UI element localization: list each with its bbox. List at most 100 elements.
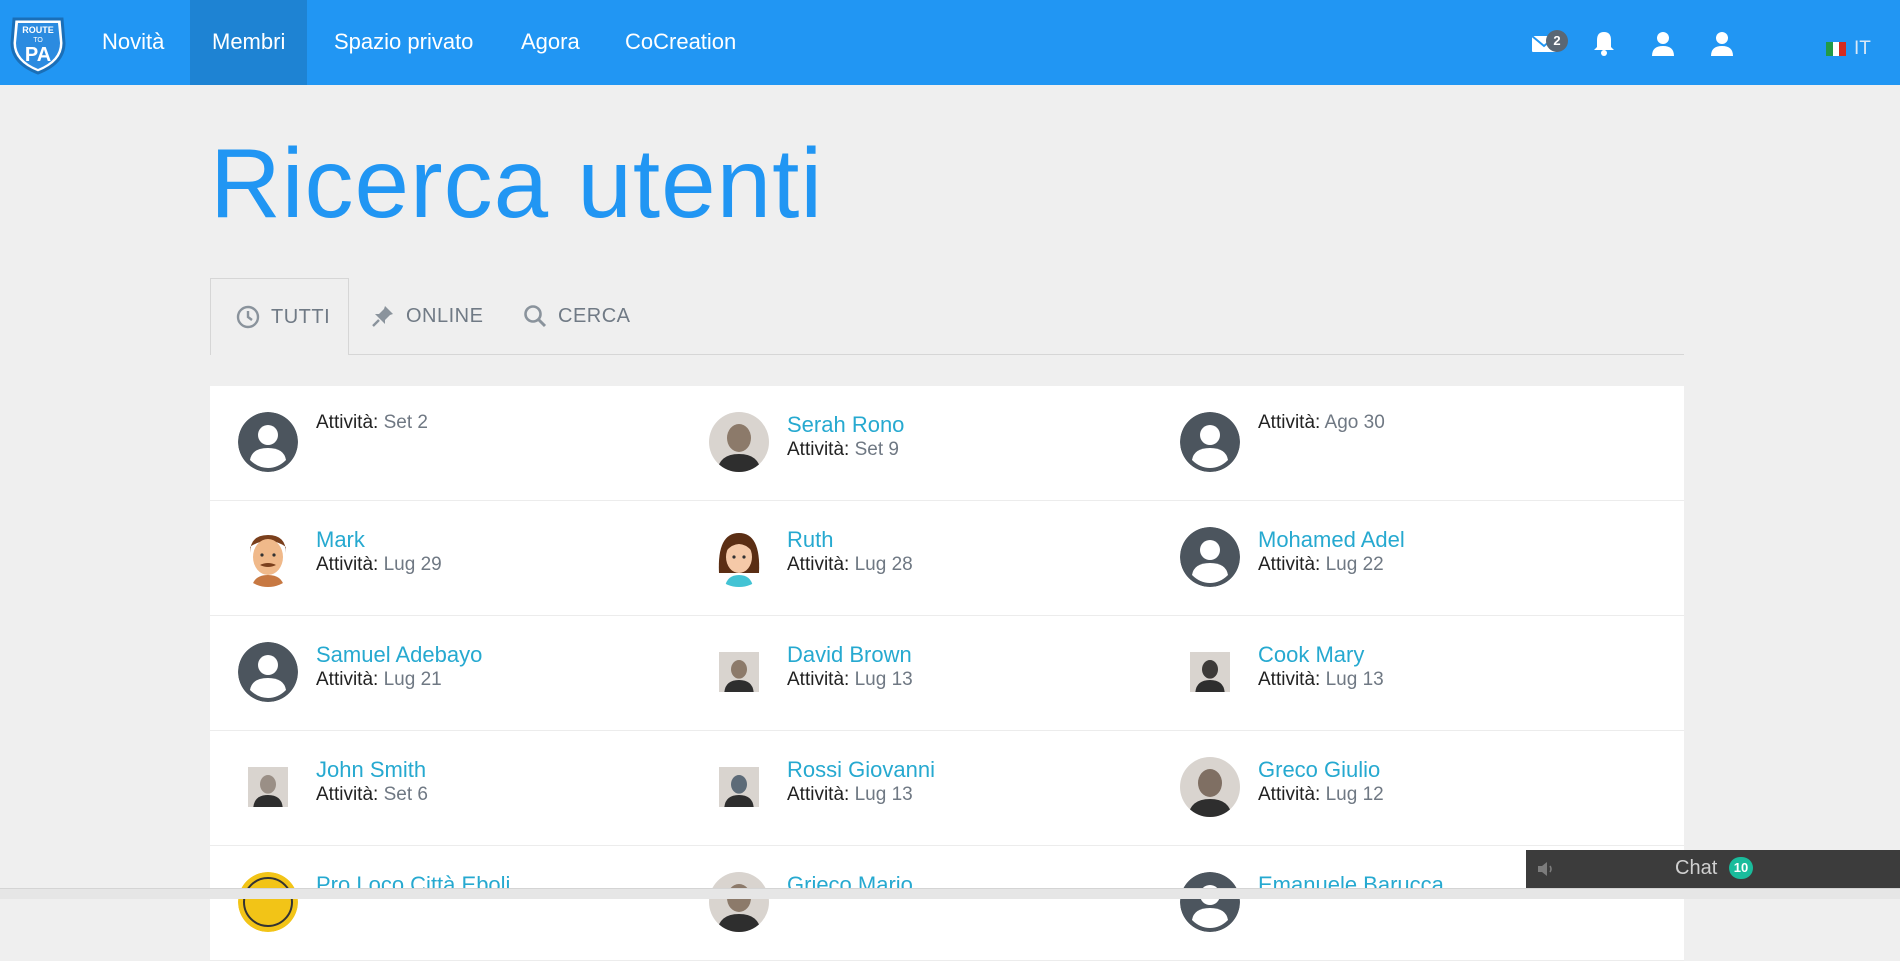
clock-icon [236, 305, 260, 329]
nav-agora[interactable]: Agora [499, 0, 602, 85]
top-navbar: ROUTE TO PA Novità Membri Spazio privato… [0, 0, 1900, 85]
tab-online[interactable]: ONLINE [370, 278, 483, 354]
svg-text:PA: PA [25, 44, 51, 66]
tab-label: ONLINE [406, 304, 484, 327]
activity-date: Lug 12 [1325, 784, 1384, 805]
activity-label: Attività: [316, 669, 379, 690]
member-activity: Attività: Lug 12 [1258, 784, 1384, 806]
tab-label: TUTTI [271, 305, 331, 328]
activity-label: Attività: [1258, 554, 1321, 575]
member-name-link[interactable]: David Brown [787, 642, 912, 668]
search-icon [524, 305, 547, 328]
logo-avatar[interactable] [238, 872, 298, 932]
nav-spazio-privato[interactable]: Spazio privato [312, 0, 495, 85]
member-name-link[interactable]: Mark [316, 527, 365, 553]
default-avatar[interactable] [1180, 527, 1240, 587]
member-card[interactable]: Samuel Adebayo Attività: Lug 21 [210, 616, 680, 730]
default-avatar[interactable] [1180, 872, 1240, 932]
photo-avatar[interactable] [1190, 652, 1230, 692]
member-activity: Attività: Lug 29 [316, 554, 442, 576]
user-icon[interactable] [1707, 28, 1737, 58]
cartoon-male-avatar[interactable] [238, 527, 298, 587]
svg-text:TO: TO [33, 37, 43, 44]
member-card[interactable]: Mark Attività: Lug 29 [210, 501, 680, 615]
cartoon-female-avatar[interactable] [709, 527, 769, 587]
photo-avatar[interactable] [719, 767, 759, 807]
activity-date: Lug 21 [383, 669, 442, 690]
member-name-link[interactable]: Ruth [787, 527, 833, 553]
activity-label: Attività: [1258, 784, 1321, 805]
default-avatar[interactable] [1180, 412, 1240, 472]
page-title: Ricerca utenti [210, 128, 824, 238]
activity-date: Set 9 [854, 439, 899, 460]
member-card[interactable]: Pro Loco Città Eboli [210, 846, 680, 960]
activity-label: Attività: [316, 412, 379, 433]
photo-avatar[interactable] [719, 652, 759, 692]
member-row: Attività: Set 2 Serah Rono Attività: Set 9… [210, 386, 1684, 501]
pin-icon [372, 306, 393, 327]
member-card[interactable]: Ruth Attività: Lug 28 [681, 501, 1151, 615]
member-name-link[interactable]: Mohamed Adel [1258, 527, 1405, 553]
member-card[interactable]: Attività: Ago 30 [1152, 386, 1622, 500]
activity-date: Lug 29 [383, 554, 442, 575]
chat-widget[interactable]: Chat 10 [1526, 850, 1900, 888]
bottom-scrollbar[interactable] [0, 888, 1900, 899]
member-card[interactable]: Rossi Giovanni Attività: Lug 13 [681, 731, 1151, 845]
photo-avatar[interactable] [1180, 757, 1240, 817]
chat-label: Chat [1675, 857, 1718, 879]
member-name-link[interactable]: Greco Giulio [1258, 757, 1380, 783]
member-filter-tabs: TUTTI ONLINE CERCA [210, 278, 1684, 355]
tab-tutti[interactable]: TUTTI [210, 278, 349, 355]
activity-date: Ago 30 [1324, 412, 1385, 433]
photo-avatar[interactable] [248, 767, 288, 807]
mail-badge: 2 [1546, 30, 1568, 52]
activity-date: Lug 13 [854, 784, 913, 805]
member-name-link[interactable]: John Smith [316, 757, 426, 783]
activity-date: Set 2 [383, 412, 428, 433]
member-card[interactable]: Attività: Set 2 [210, 386, 680, 500]
nav-novita[interactable]: Novità [80, 0, 186, 85]
activity-label: Attività: [1258, 412, 1321, 433]
member-card[interactable]: Cook Mary Attività: Lug 13 [1152, 616, 1622, 730]
member-row: Samuel Adebayo Attività: Lug 21 David Brow… [210, 616, 1684, 731]
member-activity: Attività: Set 2 [316, 412, 428, 434]
member-activity: Attività: Lug 13 [1258, 669, 1384, 691]
member-activity: Attività: Lug 22 [1258, 554, 1384, 576]
user-icon[interactable] [1648, 28, 1678, 58]
default-avatar[interactable] [238, 642, 298, 702]
member-name-link[interactable]: Rossi Giovanni [787, 757, 935, 783]
italy-flag-icon [1826, 42, 1847, 56]
member-card[interactable]: Greco Giulio Attività: Lug 12 [1152, 731, 1622, 845]
photo-avatar[interactable] [709, 872, 769, 932]
tab-cerca[interactable]: CERCA [522, 278, 631, 354]
activity-label: Attività: [316, 554, 379, 575]
activity-label: Attività: [316, 784, 379, 805]
member-card[interactable]: John Smith Attività: Set 6 [210, 731, 680, 845]
member-name-link[interactable]: Cook Mary [1258, 642, 1364, 668]
default-avatar[interactable] [238, 412, 298, 472]
bell-icon[interactable] [1589, 28, 1619, 58]
member-card[interactable]: Serah Rono Attività: Set 9 [681, 386, 1151, 500]
speaker-icon[interactable] [1536, 860, 1556, 878]
member-row: Mark Attività: Lug 29 Ruth Attività: Lug 28… [210, 501, 1684, 616]
activity-date: Lug 13 [854, 669, 913, 690]
route-to-pa-logo[interactable]: ROUTE TO PA [6, 13, 70, 75]
nav-cocreation[interactable]: CoCreation [603, 0, 758, 85]
photo-avatar[interactable] [709, 412, 769, 472]
member-name-link[interactable]: Samuel Adebayo [316, 642, 482, 668]
member-name-link[interactable]: Serah Rono [787, 412, 904, 438]
activity-label: Attività: [787, 554, 850, 575]
member-activity: Attività: Set 6 [316, 784, 428, 806]
activity-label: Attività: [787, 669, 850, 690]
member-activity: Attività: Lug 13 [787, 784, 913, 806]
member-activity: Attività: Ago 30 [1258, 412, 1385, 434]
language-selector[interactable]: IT [1826, 38, 1871, 60]
member-row: Pro Loco Città Eboli Grieco Mario Emanuele… [210, 846, 1684, 961]
nav-membri[interactable]: Membri [190, 0, 308, 85]
member-activity: Attività: Set 9 [787, 439, 899, 461]
member-card[interactable]: Grieco Mario [681, 846, 1151, 960]
member-activity: Attività: Lug 21 [316, 669, 442, 691]
language-code: IT [1854, 38, 1871, 59]
member-card[interactable]: Mohamed Adel Attività: Lug 22 [1152, 501, 1622, 615]
member-card[interactable]: David Brown Attività: Lug 13 [681, 616, 1151, 730]
